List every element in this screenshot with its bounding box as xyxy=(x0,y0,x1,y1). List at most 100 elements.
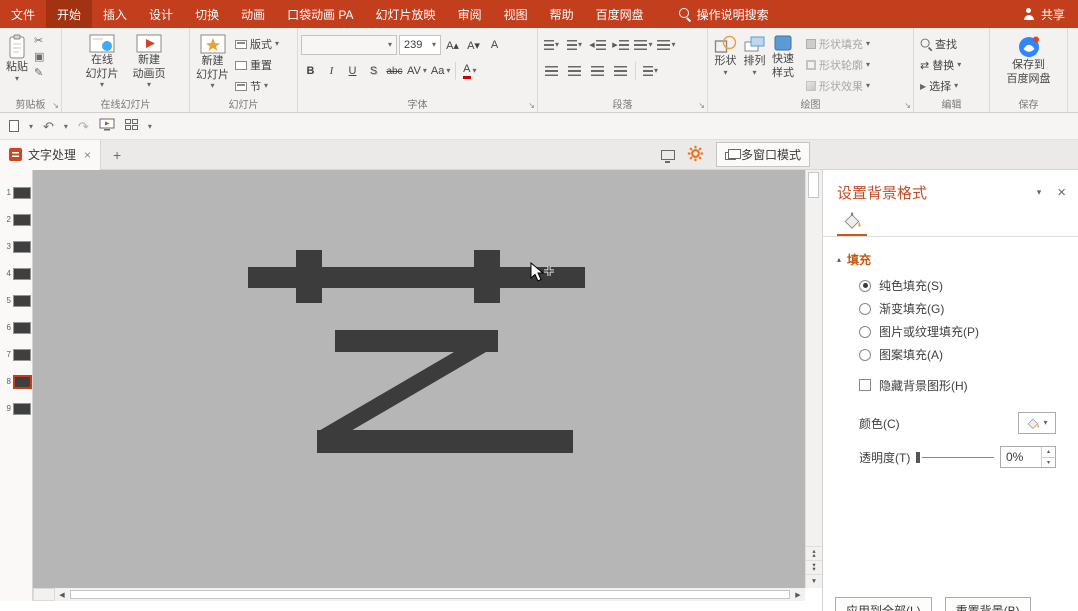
menu-insert[interactable]: 插入 xyxy=(92,0,138,28)
menu-slide-show[interactable]: 幻灯片放映 xyxy=(365,0,447,28)
customize-quick-access-icon[interactable]: ▾ xyxy=(148,122,152,131)
text-direction-icon[interactable]: ▾ xyxy=(656,36,677,55)
panel-options-icon[interactable]: ▾ xyxy=(1037,187,1042,198)
settings-gear-icon[interactable] xyxy=(687,145,704,165)
picture-texture-fill-radio[interactable]: 图片或纹理填充(P) xyxy=(859,320,1078,343)
find-button[interactable]: 查找 xyxy=(917,35,986,53)
bold-button[interactable]: B xyxy=(301,61,320,81)
menu-home[interactable]: 开始 xyxy=(46,0,93,28)
transparency-spinner[interactable]: 0% ▴ ▾ xyxy=(1000,446,1056,468)
shape-effects-button[interactable]: 形状效果 ▾ xyxy=(803,77,873,95)
fill-section-header[interactable]: ▴ 填充 xyxy=(823,237,1078,274)
slide-canvas[interactable]: 艺 xyxy=(33,170,805,588)
paste-button[interactable]: 粘贴 ▾ xyxy=(3,32,31,85)
menu-file[interactable]: 文件 xyxy=(0,0,46,28)
undo-icon[interactable]: ↶ xyxy=(43,120,54,133)
shape-outline-button[interactable]: 形状轮廓 ▾ xyxy=(803,56,873,74)
slide-thumbnail-5[interactable]: 5 xyxy=(0,287,32,314)
columns-icon[interactable]: ▾ xyxy=(640,62,661,81)
horizontal-scrollbar-thumb[interactable] xyxy=(70,590,790,599)
slide-thumbnail-2[interactable]: 2 xyxy=(0,206,32,233)
menu-baidu-netdisk[interactable]: 百度网盘 xyxy=(585,0,655,28)
increase-font-size-icon[interactable]: A▴ xyxy=(443,35,462,55)
reset-background-button[interactable]: 重置背景(B) xyxy=(944,597,1031,611)
tell-me-search[interactable]: 操作说明搜索 xyxy=(669,0,779,28)
increase-indent-icon[interactable]: ▶ xyxy=(610,36,631,55)
vertical-scrollbar[interactable]: ▴ ▴ ▾ ▾ ▼ xyxy=(805,170,822,588)
shape-fill-button[interactable]: 形状填充 ▾ xyxy=(803,35,873,53)
slide-thumbnail-3[interactable]: 3 xyxy=(0,233,32,260)
redo-icon[interactable]: ↷ xyxy=(78,120,89,133)
menu-design[interactable]: 设计 xyxy=(138,0,184,28)
horizontal-scrollbar[interactable]: ◀ ▶ xyxy=(55,588,805,601)
font-color-button[interactable]: A ▾ xyxy=(460,61,479,81)
menu-pocket-animation-pa[interactable]: 口袋动画 PA xyxy=(276,0,364,28)
share-button[interactable]: 共享 xyxy=(1010,0,1078,28)
pattern-fill-radio[interactable]: 图案填充(A) xyxy=(859,343,1078,366)
hide-background-checkbox[interactable]: 隐藏背景图形(H) xyxy=(823,375,1078,395)
font-name-combo[interactable]: ▾ xyxy=(301,35,397,55)
underline-button[interactable]: U xyxy=(343,61,362,81)
undo-dropdown-icon[interactable]: ▾ xyxy=(64,122,68,131)
menu-view[interactable]: 视图 xyxy=(493,0,539,28)
vertical-scrollbar-thumb[interactable] xyxy=(808,172,819,198)
text-shadow-button[interactable]: S xyxy=(364,61,383,81)
scroll-down-button[interactable]: ▼ xyxy=(806,574,822,588)
gradient-fill-radio[interactable]: 渐变填充(G) xyxy=(859,297,1078,320)
document-tab[interactable]: 文字处理 × xyxy=(0,139,102,170)
shapes-button[interactable]: 形状 ▾ xyxy=(711,32,740,95)
scroll-right-button[interactable]: ▶ xyxy=(791,591,805,599)
slide-thumbnail-9[interactable]: 9 xyxy=(0,395,32,422)
replace-button[interactable]: ⇄ 替换 ▾ xyxy=(917,56,986,74)
new-slide-button[interactable]: 新建 幻灯片 ▾ xyxy=(193,32,232,95)
italic-button[interactable]: I xyxy=(322,61,341,81)
section-button[interactable]: 节 ▾ xyxy=(232,77,282,95)
save-to-baidu-pan-button[interactable]: 保存到 百度网盘 xyxy=(1004,32,1054,87)
clear-formatting-icon[interactable]: A xyxy=(485,35,504,55)
menu-help[interactable]: 帮助 xyxy=(539,0,585,28)
transparency-slider[interactable] xyxy=(916,450,994,464)
spinner-down-icon[interactable]: ▾ xyxy=(1042,458,1055,468)
line-spacing-icon[interactable]: ▾ xyxy=(633,36,654,55)
reading-view-icon[interactable] xyxy=(660,149,675,163)
select-button[interactable]: ▶ 选择 ▾ xyxy=(917,77,986,95)
menu-animations[interactable]: 动画 xyxy=(230,0,276,28)
layout-button[interactable]: 版式 ▾ xyxy=(232,35,282,53)
fill-tab[interactable] xyxy=(837,209,867,236)
font-size-combo[interactable]: 239 ▾ xyxy=(399,35,441,55)
slide-thumbnail-6[interactable]: 6 xyxy=(0,314,32,341)
menu-review[interactable]: 审阅 xyxy=(447,0,493,28)
scroll-left-button[interactable]: ◀ xyxy=(55,591,69,599)
copy-icon[interactable]: ▣ xyxy=(34,52,44,63)
align-right-icon[interactable] xyxy=(587,62,608,81)
grid-view-icon[interactable] xyxy=(124,119,138,133)
online-slides-button[interactable]: 在线 幻灯片 ▾ xyxy=(83,32,122,91)
numbering-icon[interactable]: ▾ xyxy=(564,36,585,55)
format-painter-icon[interactable]: ✎ xyxy=(34,68,44,79)
next-slide-button[interactable]: ▾ ▾ xyxy=(806,560,822,574)
change-case-button[interactable]: Aa ▾ xyxy=(430,61,451,81)
menu-transitions[interactable]: 切换 xyxy=(184,0,230,28)
previous-slide-button[interactable]: ▴ ▴ xyxy=(806,546,822,560)
spinner-up-icon[interactable]: ▴ xyxy=(1042,447,1055,458)
decrease-indent-icon[interactable]: ◀ xyxy=(587,36,608,55)
slide-thumbnail-1[interactable]: 1 xyxy=(0,179,32,206)
multi-window-mode-button[interactable]: 多窗口模式 xyxy=(715,142,810,167)
quick-paste-icon[interactable] xyxy=(9,120,19,132)
character-spacing-button[interactable]: AV ▾ xyxy=(406,61,428,81)
slide-thumbnail-8-active[interactable]: 8 xyxy=(0,368,32,395)
slide-thumbnail-4[interactable]: 4 xyxy=(0,260,32,287)
bullets-icon[interactable]: ▾ xyxy=(541,36,562,55)
start-slideshow-icon[interactable] xyxy=(99,118,115,134)
decrease-font-size-icon[interactable]: A▾ xyxy=(464,35,483,55)
panel-close-icon[interactable]: × xyxy=(1057,184,1066,201)
scroll-corner-box[interactable] xyxy=(33,588,55,601)
new-tab-button[interactable]: + xyxy=(105,143,129,167)
quick-styles-button[interactable]: 快速 样式 xyxy=(769,32,797,95)
close-tab-icon[interactable]: × xyxy=(84,148,91,162)
solid-fill-radio[interactable]: 纯色填充(S) xyxy=(859,274,1078,297)
cut-icon[interactable]: ✂ xyxy=(34,36,44,47)
arrange-button[interactable]: 排列 ▾ xyxy=(740,32,769,95)
justify-icon[interactable] xyxy=(610,62,631,81)
reset-button[interactable]: 重置 xyxy=(232,56,282,74)
